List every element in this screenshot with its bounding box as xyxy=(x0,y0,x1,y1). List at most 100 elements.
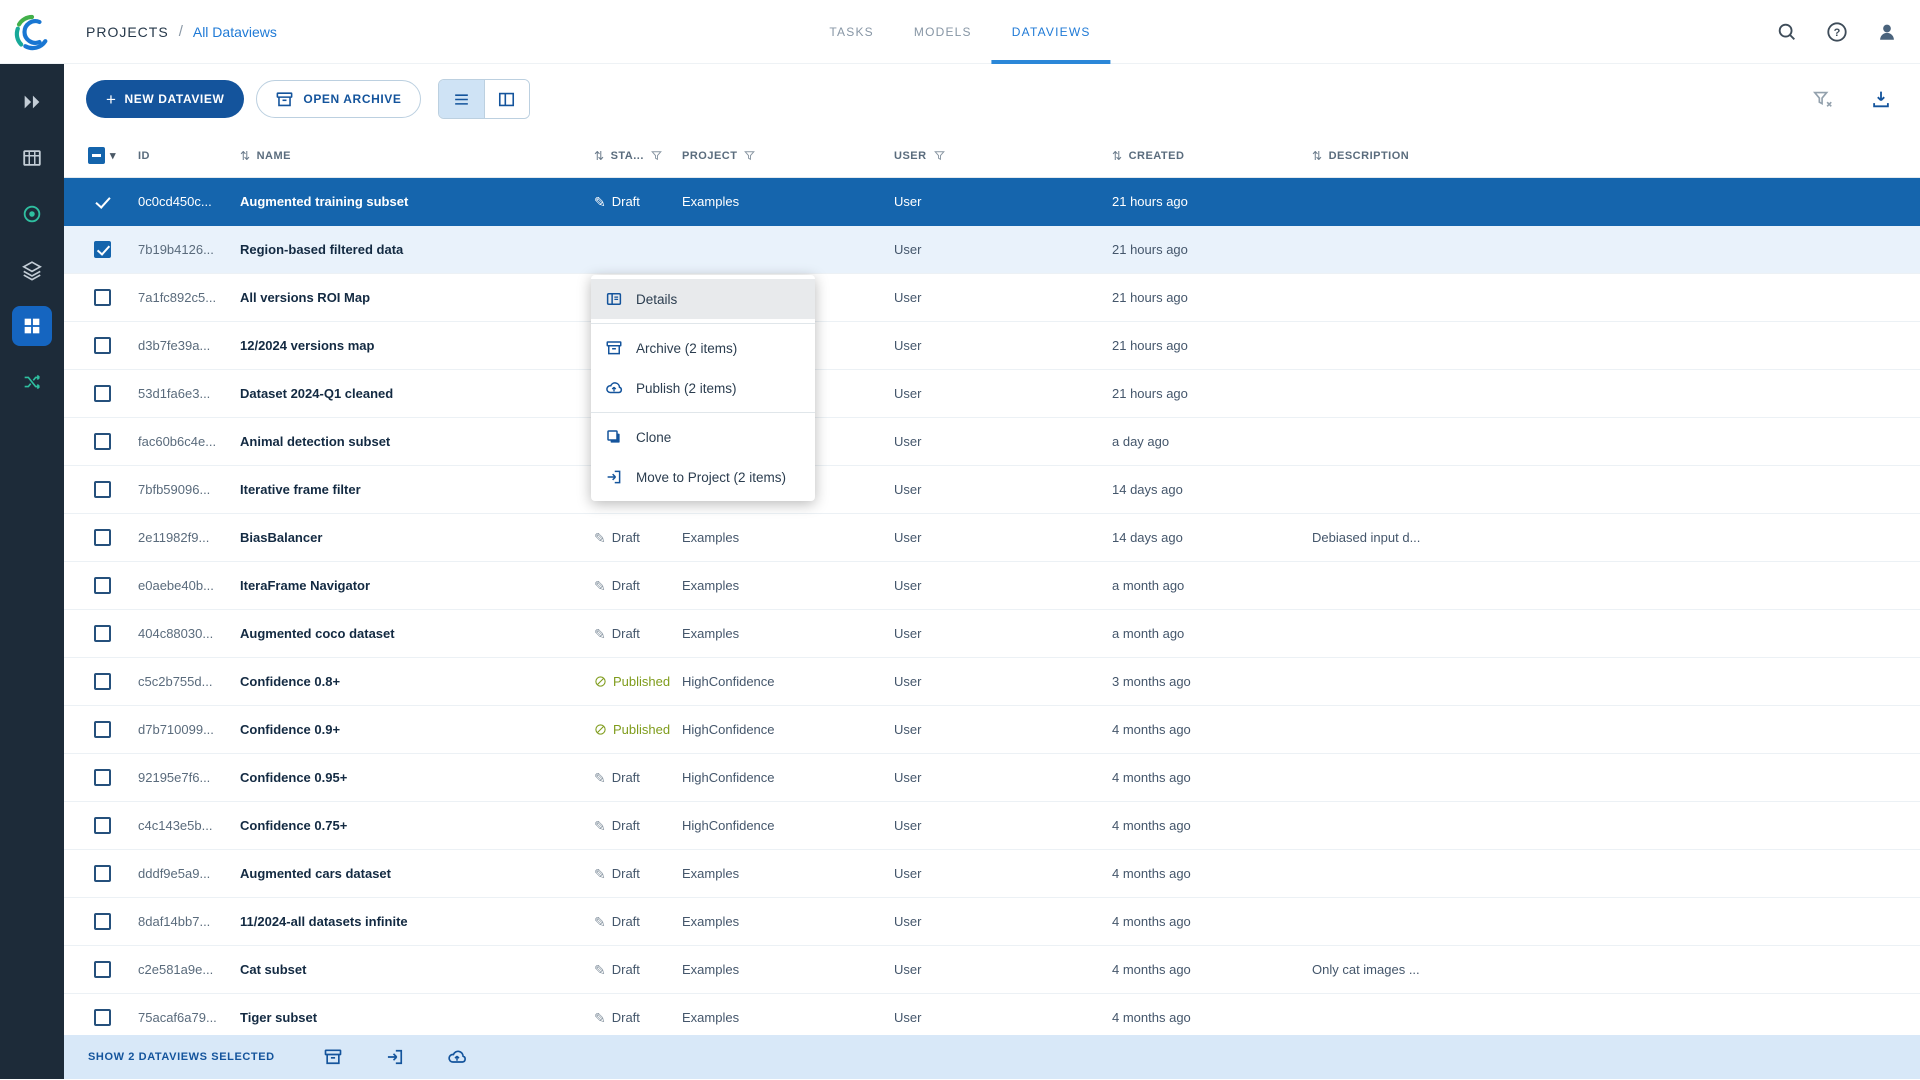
tab-models[interactable]: MODELS xyxy=(894,0,992,64)
menu-item-clone[interactable]: Clone xyxy=(591,417,815,457)
search-icon[interactable] xyxy=(1776,21,1798,43)
row-checkbox[interactable] xyxy=(94,337,111,354)
row-checkbox[interactable] xyxy=(94,913,111,930)
column-header-status[interactable]: ⇅STA... xyxy=(594,149,682,163)
table-row[interactable]: c5c2b755d...Confidence 0.8+PublishedHigh… xyxy=(64,658,1920,706)
table-row[interactable]: 7b19b4126...Region-based filtered dataUs… xyxy=(64,226,1920,274)
row-checkbox[interactable] xyxy=(94,529,111,546)
table-row[interactable]: e0aebe40b...IteraFrame Navigator✎DraftEx… xyxy=(64,562,1920,610)
row-select-cell xyxy=(74,769,130,786)
table-row[interactable]: 8daf14bb7...11/2024-all datasets infinit… xyxy=(64,898,1920,946)
sort-icon[interactable]: ⇅ xyxy=(1312,149,1323,163)
column-header-id[interactable]: ID xyxy=(130,150,240,162)
row-checkbox[interactable] xyxy=(94,385,111,402)
avatar-icon[interactable] xyxy=(1876,21,1898,43)
table-row[interactable]: d7b710099...Confidence 0.9+PublishedHigh… xyxy=(64,706,1920,754)
nav-annotations-icon xyxy=(21,203,43,225)
tab-dataviews[interactable]: DATAVIEWS xyxy=(992,0,1111,64)
table-row[interactable]: 92195e7f6...Confidence 0.95+✎DraftHighCo… xyxy=(64,754,1920,802)
sidebar-item-projects[interactable] xyxy=(12,82,52,122)
menu-item-publish-2-items[interactable]: Publish (2 items) xyxy=(591,368,815,408)
row-checkbox[interactable] xyxy=(94,481,111,498)
row-checkbox[interactable] xyxy=(94,625,111,642)
toolbar-right-icons xyxy=(1812,88,1892,110)
new-dataview-button[interactable]: + NEW DATAVIEW xyxy=(86,80,244,118)
table-view-icon[interactable] xyxy=(439,80,484,118)
menu-item-move-to-project-2-items[interactable]: Move to Project (2 items) xyxy=(591,457,815,497)
sort-icon[interactable]: ⇅ xyxy=(594,149,605,163)
row-checkbox[interactable] xyxy=(94,577,111,594)
table-row[interactable]: c4c143e5b...Confidence 0.75+✎DraftHighCo… xyxy=(64,802,1920,850)
table-row[interactable]: fac60b6c4e...Animal detection subset✎Dra… xyxy=(64,418,1920,466)
menu-item-archive-2-items[interactable]: Archive (2 items) xyxy=(591,328,815,368)
cell-name: IteraFrame Navigator xyxy=(240,578,594,593)
table-row[interactable]: 53d1fa6e3...Dataset 2024-Q1 cleanedUser2… xyxy=(64,370,1920,418)
app-logo[interactable] xyxy=(0,0,64,64)
column-header-desc[interactable]: ⇅DESCRIPTION xyxy=(1312,149,1920,163)
cell-created: 4 months ago xyxy=(1112,866,1312,881)
column-header-name[interactable]: ⇅NAME xyxy=(240,149,594,163)
select-dropdown-caret-icon[interactable]: ▾ xyxy=(110,149,116,162)
filter-icon[interactable] xyxy=(743,149,756,162)
breadcrumb: PROJECTS / All Dataviews xyxy=(86,23,277,40)
filter-icon[interactable] xyxy=(933,149,946,162)
column-header-project[interactable]: PROJECT xyxy=(682,149,894,162)
table-row[interactable]: 7a1fc892c5...All versions ROI MapUser21 … xyxy=(64,274,1920,322)
footer-move-icon[interactable] xyxy=(385,1047,405,1067)
row-checkbox[interactable] xyxy=(94,433,111,450)
open-archive-button[interactable]: OPEN ARCHIVE xyxy=(256,80,420,118)
sort-icon[interactable]: ⇅ xyxy=(1112,149,1123,163)
nav-dataviews-icon xyxy=(21,315,43,337)
row-checkbox[interactable] xyxy=(94,961,111,978)
row-checkbox[interactable] xyxy=(94,673,111,690)
row-checkbox[interactable] xyxy=(94,721,111,738)
menu-item-details[interactable]: Details xyxy=(591,279,815,319)
column-header-created[interactable]: ⇅CREATED xyxy=(1112,149,1312,163)
cell-status: Published xyxy=(594,722,682,737)
table-row[interactable]: 2e11982f9...BiasBalancer✎DraftExamplesUs… xyxy=(64,514,1920,562)
table-row[interactable]: 404c88030...Augmented coco dataset✎Draft… xyxy=(64,610,1920,658)
filter-reset-icon[interactable] xyxy=(1812,88,1834,110)
breadcrumb-current[interactable]: All Dataviews xyxy=(193,24,277,40)
row-checkbox[interactable] xyxy=(94,289,111,306)
table-row[interactable]: 7bfb59096...Iterative frame filter✎Draft… xyxy=(64,466,1920,514)
split-view-icon[interactable] xyxy=(484,80,529,118)
sidebar-item-annotations[interactable] xyxy=(12,194,52,234)
table-row[interactable]: c2e581a9e...Cat subset✎DraftExamplesUser… xyxy=(64,946,1920,994)
cell-id: 2e11982f9... xyxy=(130,530,240,545)
row-checkbox[interactable] xyxy=(94,1009,111,1026)
row-checkbox[interactable] xyxy=(94,865,111,882)
move-icon xyxy=(605,468,623,486)
sidebar-item-pipelines[interactable] xyxy=(12,362,52,402)
sidebar-item-dataviews[interactable] xyxy=(12,306,52,346)
sidebar-item-experiments[interactable] xyxy=(12,250,52,290)
help-icon[interactable]: ? xyxy=(1826,21,1848,43)
menu-item-label: Details xyxy=(636,292,677,307)
footer-archive-icon[interactable] xyxy=(323,1047,343,1067)
cell-created: 3 months ago xyxy=(1112,674,1312,689)
footer-publish-icon[interactable] xyxy=(447,1047,467,1067)
row-checkbox[interactable] xyxy=(94,241,111,258)
cell-id: 53d1fa6e3... xyxy=(130,386,240,401)
selection-count-label[interactable]: SHOW 2 DATAVIEWS SELECTED xyxy=(88,1051,275,1063)
cell-id: c4c143e5b... xyxy=(130,818,240,833)
sort-icon[interactable]: ⇅ xyxy=(240,149,251,163)
select-all-checkbox[interactable] xyxy=(88,147,105,164)
sidebar-item-datasets[interactable] xyxy=(12,138,52,178)
cell-user: User xyxy=(894,914,1112,929)
row-checkbox[interactable] xyxy=(94,193,111,210)
row-select-cell xyxy=(74,193,130,210)
row-checkbox[interactable] xyxy=(94,817,111,834)
draft-icon: ✎ xyxy=(594,915,606,929)
table-row[interactable]: d3b7fe39a...12/2024 versions mapUser21 h… xyxy=(64,322,1920,370)
table-row[interactable]: 0c0cd450c...Augmented training subset✎Dr… xyxy=(64,178,1920,226)
cell-created: 21 hours ago xyxy=(1112,338,1312,353)
column-header-user[interactable]: USER xyxy=(894,149,1112,162)
cell-name: All versions ROI Map xyxy=(240,290,594,305)
filter-icon[interactable] xyxy=(650,149,663,162)
table-row[interactable]: dddf9e5a9...Augmented cars dataset✎Draft… xyxy=(64,850,1920,898)
tab-tasks[interactable]: TASKS xyxy=(809,0,893,64)
breadcrumb-projects[interactable]: PROJECTS xyxy=(86,24,169,40)
row-checkbox[interactable] xyxy=(94,769,111,786)
download-icon[interactable] xyxy=(1870,88,1892,110)
